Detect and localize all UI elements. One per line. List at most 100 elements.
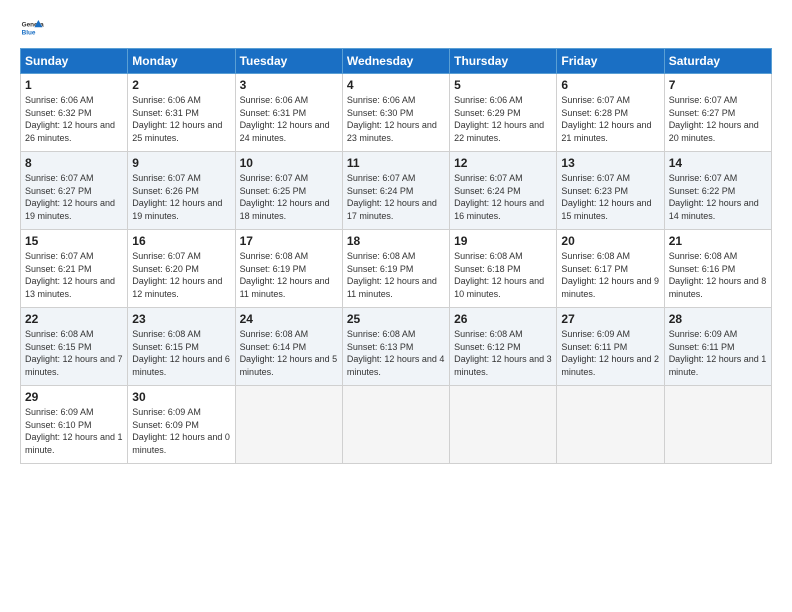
logo: General Blue [20, 16, 48, 40]
calendar-week-row: 8 Sunrise: 6:07 AMSunset: 6:27 PMDaylight… [21, 152, 772, 230]
calendar-day-cell: 6 Sunrise: 6:07 AMSunset: 6:28 PMDaylight… [557, 74, 664, 152]
calendar-day-header: Sunday [21, 49, 128, 74]
calendar-week-row: 1 Sunrise: 6:06 AMSunset: 6:32 PMDaylight… [21, 74, 772, 152]
day-info: Sunrise: 6:08 AMSunset: 6:19 PMDaylight:… [240, 250, 338, 300]
calendar-day-cell: 18 Sunrise: 6:08 AMSunset: 6:19 PMDayligh… [342, 230, 449, 308]
day-number: 2 [132, 78, 230, 92]
day-info: Sunrise: 6:08 AMSunset: 6:15 PMDaylight:… [25, 328, 123, 378]
day-number: 24 [240, 312, 338, 326]
calendar-day-cell: 21 Sunrise: 6:08 AMSunset: 6:16 PMDayligh… [664, 230, 771, 308]
day-number: 15 [25, 234, 123, 248]
calendar-day-cell: 7 Sunrise: 6:07 AMSunset: 6:27 PMDaylight… [664, 74, 771, 152]
day-info: Sunrise: 6:08 AMSunset: 6:18 PMDaylight:… [454, 250, 552, 300]
page: General Blue SundayMondayTuesdayWednesda… [0, 0, 792, 612]
day-info: Sunrise: 6:08 AMSunset: 6:15 PMDaylight:… [132, 328, 230, 378]
calendar-week-row: 22 Sunrise: 6:08 AMSunset: 6:15 PMDayligh… [21, 308, 772, 386]
day-number: 6 [561, 78, 659, 92]
day-number: 12 [454, 156, 552, 170]
calendar-day-header: Wednesday [342, 49, 449, 74]
day-number: 10 [240, 156, 338, 170]
day-number: 16 [132, 234, 230, 248]
day-info: Sunrise: 6:07 AMSunset: 6:26 PMDaylight:… [132, 172, 230, 222]
calendar-day-cell [235, 386, 342, 464]
calendar-day-cell: 16 Sunrise: 6:07 AMSunset: 6:20 PMDayligh… [128, 230, 235, 308]
day-number: 8 [25, 156, 123, 170]
calendar-day-header: Friday [557, 49, 664, 74]
calendar-day-cell [664, 386, 771, 464]
day-number: 3 [240, 78, 338, 92]
calendar-day-cell: 20Sunrise: 6:08 AMSunset: 6:17 PMDayligh… [557, 230, 664, 308]
svg-text:Blue: Blue [22, 29, 36, 36]
calendar-day-cell: 23Sunrise: 6:08 AMSunset: 6:15 PMDayligh… [128, 308, 235, 386]
logo-icon: General Blue [20, 16, 44, 40]
calendar-week-row: 29 Sunrise: 6:09 AMSunset: 6:10 PMDayligh… [21, 386, 772, 464]
day-number: 18 [347, 234, 445, 248]
day-info: Sunrise: 6:07 AMSunset: 6:24 PMDaylight:… [347, 172, 445, 222]
calendar-day-cell: 24 Sunrise: 6:08 AMSunset: 6:14 PMDayligh… [235, 308, 342, 386]
header: General Blue [20, 16, 772, 40]
calendar-day-cell: 17Sunrise: 6:08 AMSunset: 6:19 PMDayligh… [235, 230, 342, 308]
day-info: Sunrise: 6:07 AMSunset: 6:23 PMDaylight:… [561, 172, 659, 222]
day-info: Sunrise: 6:06 AMSunset: 6:31 PMDaylight:… [132, 94, 230, 144]
day-number: 5 [454, 78, 552, 92]
day-number: 29 [25, 390, 123, 404]
day-info: Sunrise: 6:07 AMSunset: 6:27 PMDaylight:… [25, 172, 123, 222]
day-number: 26 [454, 312, 552, 326]
calendar-day-cell: 2 Sunrise: 6:06 AMSunset: 6:31 PMDaylight… [128, 74, 235, 152]
calendar: SundayMondayTuesdayWednesdayThursdayFrid… [20, 48, 772, 464]
calendar-week-row: 15Sunrise: 6:07 AMSunset: 6:21 PMDayligh… [21, 230, 772, 308]
calendar-day-cell: 11 Sunrise: 6:07 AMSunset: 6:24 PMDayligh… [342, 152, 449, 230]
day-info: Sunrise: 6:07 AMSunset: 6:20 PMDaylight:… [132, 250, 230, 300]
calendar-day-header: Tuesday [235, 49, 342, 74]
calendar-day-cell: 9 Sunrise: 6:07 AMSunset: 6:26 PMDaylight… [128, 152, 235, 230]
calendar-day-cell: 15Sunrise: 6:07 AMSunset: 6:21 PMDayligh… [21, 230, 128, 308]
calendar-header-row: SundayMondayTuesdayWednesdayThursdayFrid… [21, 49, 772, 74]
day-info: Sunrise: 6:09 AMSunset: 6:10 PMDaylight:… [25, 406, 123, 456]
calendar-day-cell: 25 Sunrise: 6:08 AMSunset: 6:13 PMDayligh… [342, 308, 449, 386]
calendar-day-cell: 10 Sunrise: 6:07 AMSunset: 6:25 PMDayligh… [235, 152, 342, 230]
day-number: 19 [454, 234, 552, 248]
day-info: Sunrise: 6:08 AMSunset: 6:13 PMDaylight:… [347, 328, 445, 378]
day-info: Sunrise: 6:09 AMSunset: 6:11 PMDaylight:… [561, 328, 659, 378]
day-number: 4 [347, 78, 445, 92]
calendar-day-cell: 12Sunrise: 6:07 AMSunset: 6:24 PMDayligh… [450, 152, 557, 230]
calendar-day-cell: 1 Sunrise: 6:06 AMSunset: 6:32 PMDaylight… [21, 74, 128, 152]
day-number: 1 [25, 78, 123, 92]
day-number: 7 [669, 78, 767, 92]
day-info: Sunrise: 6:07 AMSunset: 6:28 PMDaylight:… [561, 94, 659, 144]
day-number: 14 [669, 156, 767, 170]
day-number: 21 [669, 234, 767, 248]
calendar-day-cell: 3Sunrise: 6:06 AMSunset: 6:31 PMDaylight… [235, 74, 342, 152]
day-number: 20 [561, 234, 659, 248]
calendar-day-cell [450, 386, 557, 464]
calendar-day-cell: 4Sunrise: 6:06 AMSunset: 6:30 PMDaylight… [342, 74, 449, 152]
calendar-day-header: Monday [128, 49, 235, 74]
calendar-day-header: Saturday [664, 49, 771, 74]
day-number: 22 [25, 312, 123, 326]
day-info: Sunrise: 6:07 AMSunset: 6:25 PMDaylight:… [240, 172, 338, 222]
day-number: 9 [132, 156, 230, 170]
calendar-day-cell: 8 Sunrise: 6:07 AMSunset: 6:27 PMDaylight… [21, 152, 128, 230]
calendar-day-cell: 27 Sunrise: 6:09 AMSunset: 6:11 PMDayligh… [557, 308, 664, 386]
day-number: 13 [561, 156, 659, 170]
calendar-day-cell [557, 386, 664, 464]
day-info: Sunrise: 6:07 AMSunset: 6:22 PMDaylight:… [669, 172, 767, 222]
day-number: 28 [669, 312, 767, 326]
calendar-day-cell [342, 386, 449, 464]
day-info: Sunrise: 6:07 AMSunset: 6:27 PMDaylight:… [669, 94, 767, 144]
calendar-day-cell: 28 Sunrise: 6:09 AMSunset: 6:11 PMDayligh… [664, 308, 771, 386]
day-number: 27 [561, 312, 659, 326]
calendar-day-cell: 30Sunrise: 6:09 AMSunset: 6:09 PMDayligh… [128, 386, 235, 464]
day-number: 11 [347, 156, 445, 170]
day-info: Sunrise: 6:06 AMSunset: 6:32 PMDaylight:… [25, 94, 123, 144]
day-info: Sunrise: 6:09 AMSunset: 6:11 PMDaylight:… [669, 328, 767, 378]
day-info: Sunrise: 6:08 AMSunset: 6:19 PMDaylight:… [347, 250, 445, 300]
day-info: Sunrise: 6:08 AMSunset: 6:12 PMDaylight:… [454, 328, 552, 378]
day-number: 30 [132, 390, 230, 404]
day-info: Sunrise: 6:08 AMSunset: 6:16 PMDaylight:… [669, 250, 767, 300]
calendar-day-header: Thursday [450, 49, 557, 74]
day-number: 25 [347, 312, 445, 326]
calendar-day-cell: 19 Sunrise: 6:08 AMSunset: 6:18 PMDayligh… [450, 230, 557, 308]
day-info: Sunrise: 6:08 AMSunset: 6:14 PMDaylight:… [240, 328, 338, 378]
calendar-day-cell: 13 Sunrise: 6:07 AMSunset: 6:23 PMDayligh… [557, 152, 664, 230]
